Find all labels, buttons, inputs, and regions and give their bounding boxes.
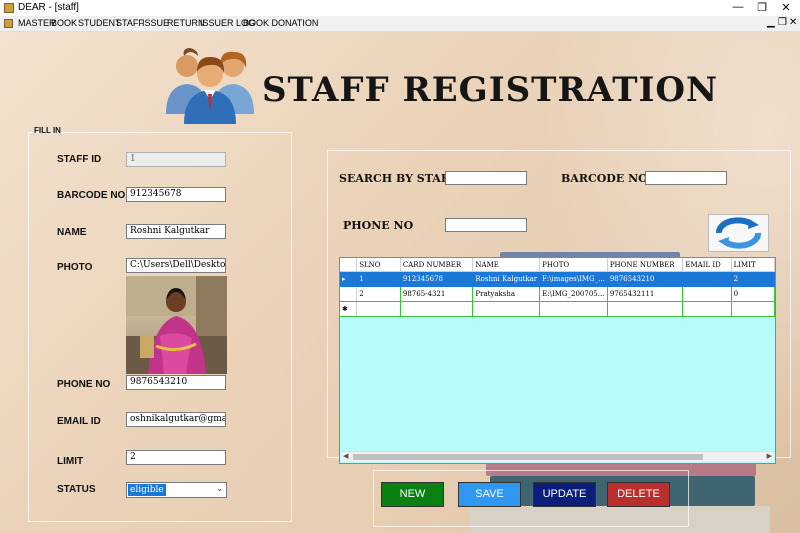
table-cell[interactable] — [356, 301, 401, 317]
search-phone-label: PHONE NO — [343, 219, 414, 232]
grid-corner — [340, 258, 358, 272]
table-cell[interactable]: 1 — [356, 271, 401, 287]
staff-id-label: STAFF ID — [57, 154, 102, 165]
menu-book[interactable]: BOOK — [51, 18, 77, 28]
close-icon[interactable]: ✕ — [776, 1, 796, 14]
table-cell[interactable] — [731, 301, 775, 317]
table-cell[interactable]: Pratyaksha — [472, 286, 541, 302]
status-dropdown[interactable]: eligible ⌄ — [126, 482, 227, 498]
status-selected-value: eligible — [128, 484, 166, 496]
horizontal-scrollbar[interactable]: ◀ ▶ — [341, 451, 774, 462]
refresh-icon — [716, 217, 761, 249]
limit-label: LIMIT — [57, 456, 84, 467]
search-by-staff-label: SEARCH BY STAFF — [339, 172, 457, 185]
chevron-down-icon: ⌄ — [216, 484, 223, 493]
table-cell[interactable] — [682, 301, 732, 317]
staff-photo-image — [126, 276, 227, 374]
menu-bar: MASTER BOOK STUDENT STAFF ISSUE RETURN I… — [0, 16, 800, 32]
staff-id-field[interactable]: 1 — [126, 152, 226, 167]
window-titlebar: DEAR - [staff] — ❐ ✕ — [0, 0, 800, 16]
new-table-row[interactable]: ✱ — [340, 301, 775, 317]
table-cell[interactable] — [682, 271, 732, 287]
table-cell[interactable]: 2 — [356, 286, 401, 302]
mdi-restore-icon[interactable]: ❐ — [778, 17, 787, 28]
page-title: STAFF REGISTRATION — [262, 70, 719, 110]
row-header[interactable] — [340, 286, 358, 302]
mdi-child-icon — [4, 19, 13, 28]
search-phone-input[interactable] — [445, 218, 527, 232]
fill-in-label: FILL IN — [34, 126, 61, 135]
table-cell[interactable] — [682, 286, 732, 302]
mdi-minimize-icon[interactable]: ▁ — [767, 17, 775, 28]
table-cell[interactable]: 0 — [731, 286, 775, 302]
email-id-field[interactable]: oshnikalgutkar@gmail.com — [126, 412, 226, 427]
table-cell[interactable]: Roshni Kalgutkar — [472, 271, 541, 287]
row-indicator-icon: ▸ — [340, 271, 358, 287]
phone-no-field[interactable]: 9876543210 — [126, 375, 226, 390]
table-cell[interactable]: F:\images\IMG_... — [539, 271, 608, 287]
update-button[interactable]: UPDATE — [533, 482, 596, 507]
maximize-icon[interactable]: ❐ — [752, 1, 772, 14]
menu-master[interactable]: MASTER — [18, 18, 56, 28]
table-cell[interactable]: E:\IMG_200705... — [539, 286, 608, 302]
column-header-photo[interactable]: PHOTO — [539, 258, 608, 272]
menu-book-donation[interactable]: BOOK DONATION — [243, 18, 318, 28]
name-field[interactable]: Roshni Kalgutkar — [126, 224, 226, 239]
search-staff-input[interactable] — [445, 171, 527, 185]
limit-field[interactable]: 2 — [126, 450, 226, 465]
table-cell[interactable] — [472, 301, 541, 317]
save-button[interactable]: SAVE — [458, 482, 521, 507]
search-barcode-label: BARCODE NO — [561, 172, 648, 185]
photo-label: PHOTO — [57, 262, 93, 273]
name-label: NAME — [57, 227, 87, 238]
menu-issue[interactable]: ISSUE — [142, 18, 169, 28]
scroll-left-icon[interactable]: ◀ — [343, 452, 348, 460]
table-cell[interactable]: 912345678 — [400, 271, 474, 287]
barcode-no-label: BARCODE NO — [57, 190, 126, 201]
minimize-icon[interactable]: — — [728, 1, 748, 13]
delete-button[interactable]: DELETE — [607, 482, 670, 507]
column-header-name[interactable]: NAME — [472, 258, 541, 272]
column-header-email-id[interactable]: EMAIL ID — [682, 258, 732, 272]
menu-staff[interactable]: STAFF — [116, 18, 144, 28]
new-row-icon: ✱ — [340, 301, 358, 317]
table-cell[interactable] — [539, 301, 608, 317]
search-barcode-input[interactable] — [645, 171, 727, 185]
column-header-card-number[interactable]: CARD NUMBER — [400, 258, 474, 272]
phone-no-label: PHONE NO — [57, 379, 111, 390]
table-row[interactable]: ▸ 1 912345678 Roshni Kalgutkar F:\images… — [340, 271, 775, 287]
staff-data-grid[interactable]: SLNO CARD NUMBER NAME PHOTO PHONE NUMBER… — [339, 257, 776, 464]
table-cell[interactable] — [607, 301, 684, 317]
email-id-label: EMAIL ID — [57, 416, 101, 427]
table-cell[interactable] — [400, 301, 474, 317]
staff-group-icon — [166, 48, 254, 124]
grid-header-row: SLNO CARD NUMBER NAME PHOTO PHONE NUMBER… — [340, 258, 775, 272]
barcode-no-field[interactable]: 912345678 — [126, 187, 226, 202]
column-header-phone-number[interactable]: PHONE NUMBER — [607, 258, 684, 272]
scrollbar-thumb[interactable] — [353, 454, 703, 460]
photo-path-field[interactable]: C:\Users\Dell\Desktop\I — [126, 258, 226, 273]
table-cell[interactable]: 9765432111 — [607, 286, 684, 302]
column-header-slno[interactable]: SLNO — [356, 258, 401, 272]
mdi-close-icon[interactable]: ✕ — [789, 17, 797, 28]
form-canvas: STAFF REGISTRATION FILL IN STAFF ID 1 BA… — [0, 32, 800, 533]
staff-photo[interactable] — [126, 276, 227, 374]
table-cell[interactable]: 9876543210 — [607, 271, 684, 287]
menu-student[interactable]: STUDENT — [78, 18, 121, 28]
menu-return[interactable]: RETURN — [167, 18, 205, 28]
table-cell[interactable]: 98765-4321 — [400, 286, 474, 302]
new-button[interactable]: NEW — [381, 482, 444, 507]
window-title: DEAR - [staff] — [18, 2, 79, 13]
refresh-button[interactable] — [708, 214, 769, 252]
column-header-limit[interactable]: LIMIT — [731, 258, 775, 272]
table-cell[interactable]: 2 — [731, 271, 775, 287]
table-row[interactable]: 2 98765-4321 Pratyaksha E:\IMG_200705...… — [340, 286, 775, 302]
status-label: STATUS — [57, 484, 96, 495]
app-icon — [4, 3, 14, 13]
scroll-right-icon[interactable]: ▶ — [767, 452, 772, 460]
